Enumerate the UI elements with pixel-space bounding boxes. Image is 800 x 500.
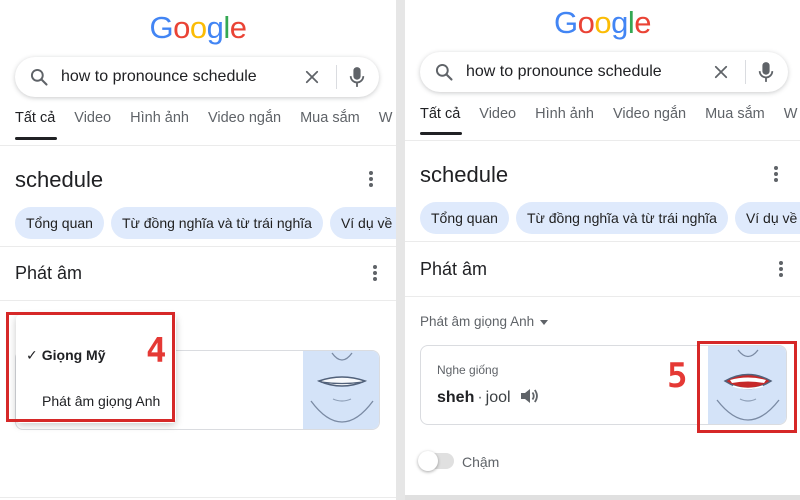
chip-synonyms[interactable]: Từ đồng nghĩa và từ trái nghĩa [515,202,728,234]
slow-toggle[interactable] [418,451,454,471]
slow-toggle-label: Chậm [462,454,500,470]
clear-icon[interactable] [712,63,730,81]
google-logo[interactable]: Google [405,5,800,41]
tab-images[interactable]: Hình ảnh [130,110,189,126]
search-divider [745,60,746,84]
search-divider [336,65,337,89]
clear-icon[interactable] [303,68,321,86]
divider [0,145,396,146]
divider [405,140,800,141]
search-tabs: Tất cả Video Hình ảnh Video ngắn Mua sắm W [15,110,396,126]
mic-icon[interactable] [348,66,366,88]
speaker-icon[interactable] [519,387,539,405]
phonetic-separator: · [477,389,483,406]
tab-all[interactable]: Tất cả [15,110,55,126]
chip-overview[interactable]: Tổng quan [15,207,104,239]
search-box[interactable]: how to pronounce schedule [420,52,788,92]
tab-more[interactable]: W [784,106,798,122]
divider [0,300,396,301]
divider [0,497,396,498]
word-chips: Tổng quan Từ đồng nghĩa và từ trái nghĩa V… [15,207,396,239]
highlight-box [697,341,797,433]
word-title: schedule [15,167,104,192]
tab-short-videos[interactable]: Video ngắn [613,106,686,122]
mouth-closed-icon [310,352,374,423]
sounds-like-label: Nghe giống [437,363,499,377]
more-vert-icon[interactable] [774,166,778,184]
tab-video[interactable]: Video [479,106,516,122]
divider [405,296,800,297]
chip-examples[interactable]: Ví dụ về c [734,202,800,234]
more-vert-icon[interactable] [369,171,373,189]
search-input[interactable]: how to pronounce schedule [61,68,257,86]
tab-all[interactable]: Tất cả [420,106,460,122]
active-tab-indicator [15,137,57,140]
chip-overview[interactable]: Tổng quan [420,202,509,234]
left-screenshot-panel: Google how to pronounce schedule Tất cả V… [0,0,396,500]
pronunciation-heading: Phát âm [15,263,83,283]
search-input[interactable]: how to pronounce schedule [466,63,662,81]
right-screenshot-panel: Google how to pronounce schedule Tất cả V… [405,0,800,500]
search-icon[interactable] [434,62,454,82]
step-number: 4 [146,331,167,371]
tab-shopping[interactable]: Mua sắm [705,106,765,122]
tab-shopping[interactable]: Mua sắm [300,110,360,126]
chip-synonyms[interactable]: Từ đồng nghĩa và từ trái nghĩa [110,207,323,239]
divider [405,241,800,242]
accent-selector[interactable]: Phát âm giọng Anh [420,314,549,329]
toggle-knob [418,451,438,471]
search-tabs: Tất cả Video Hình ảnh Video ngắn Mua sắm W [420,106,800,122]
dropdown-caret-icon [540,319,549,325]
pronunciation-heading: Phát âm [420,259,488,279]
tab-more[interactable]: W [379,110,393,126]
search-icon[interactable] [29,67,49,87]
active-tab-indicator [420,132,462,135]
tab-video[interactable]: Video [74,110,111,126]
more-vert-icon[interactable] [779,261,783,279]
mic-icon[interactable] [757,61,775,83]
tab-short-videos[interactable]: Video ngắn [208,110,281,126]
phonetic-stressed-syllable: sheh [437,389,475,406]
step-number: 5 [667,356,688,396]
more-vert-icon[interactable] [373,265,377,283]
mouth-illustration[interactable] [303,351,379,429]
divider [405,495,800,500]
phonetic-syllable: jool [485,389,511,406]
google-logo[interactable]: Google [0,10,396,46]
search-box[interactable]: how to pronounce schedule [15,57,379,97]
divider [0,246,396,247]
word-title: schedule [420,162,509,187]
accent-selector-label: Phát âm giọng Anh [420,314,535,329]
word-chips: Tổng quan Từ đồng nghĩa và từ trái nghĩa V… [420,202,800,234]
chip-examples[interactable]: Ví dụ về c [329,207,396,239]
phonetic-spelling: sheh · jool [437,384,539,407]
tab-images[interactable]: Hình ảnh [535,106,594,122]
